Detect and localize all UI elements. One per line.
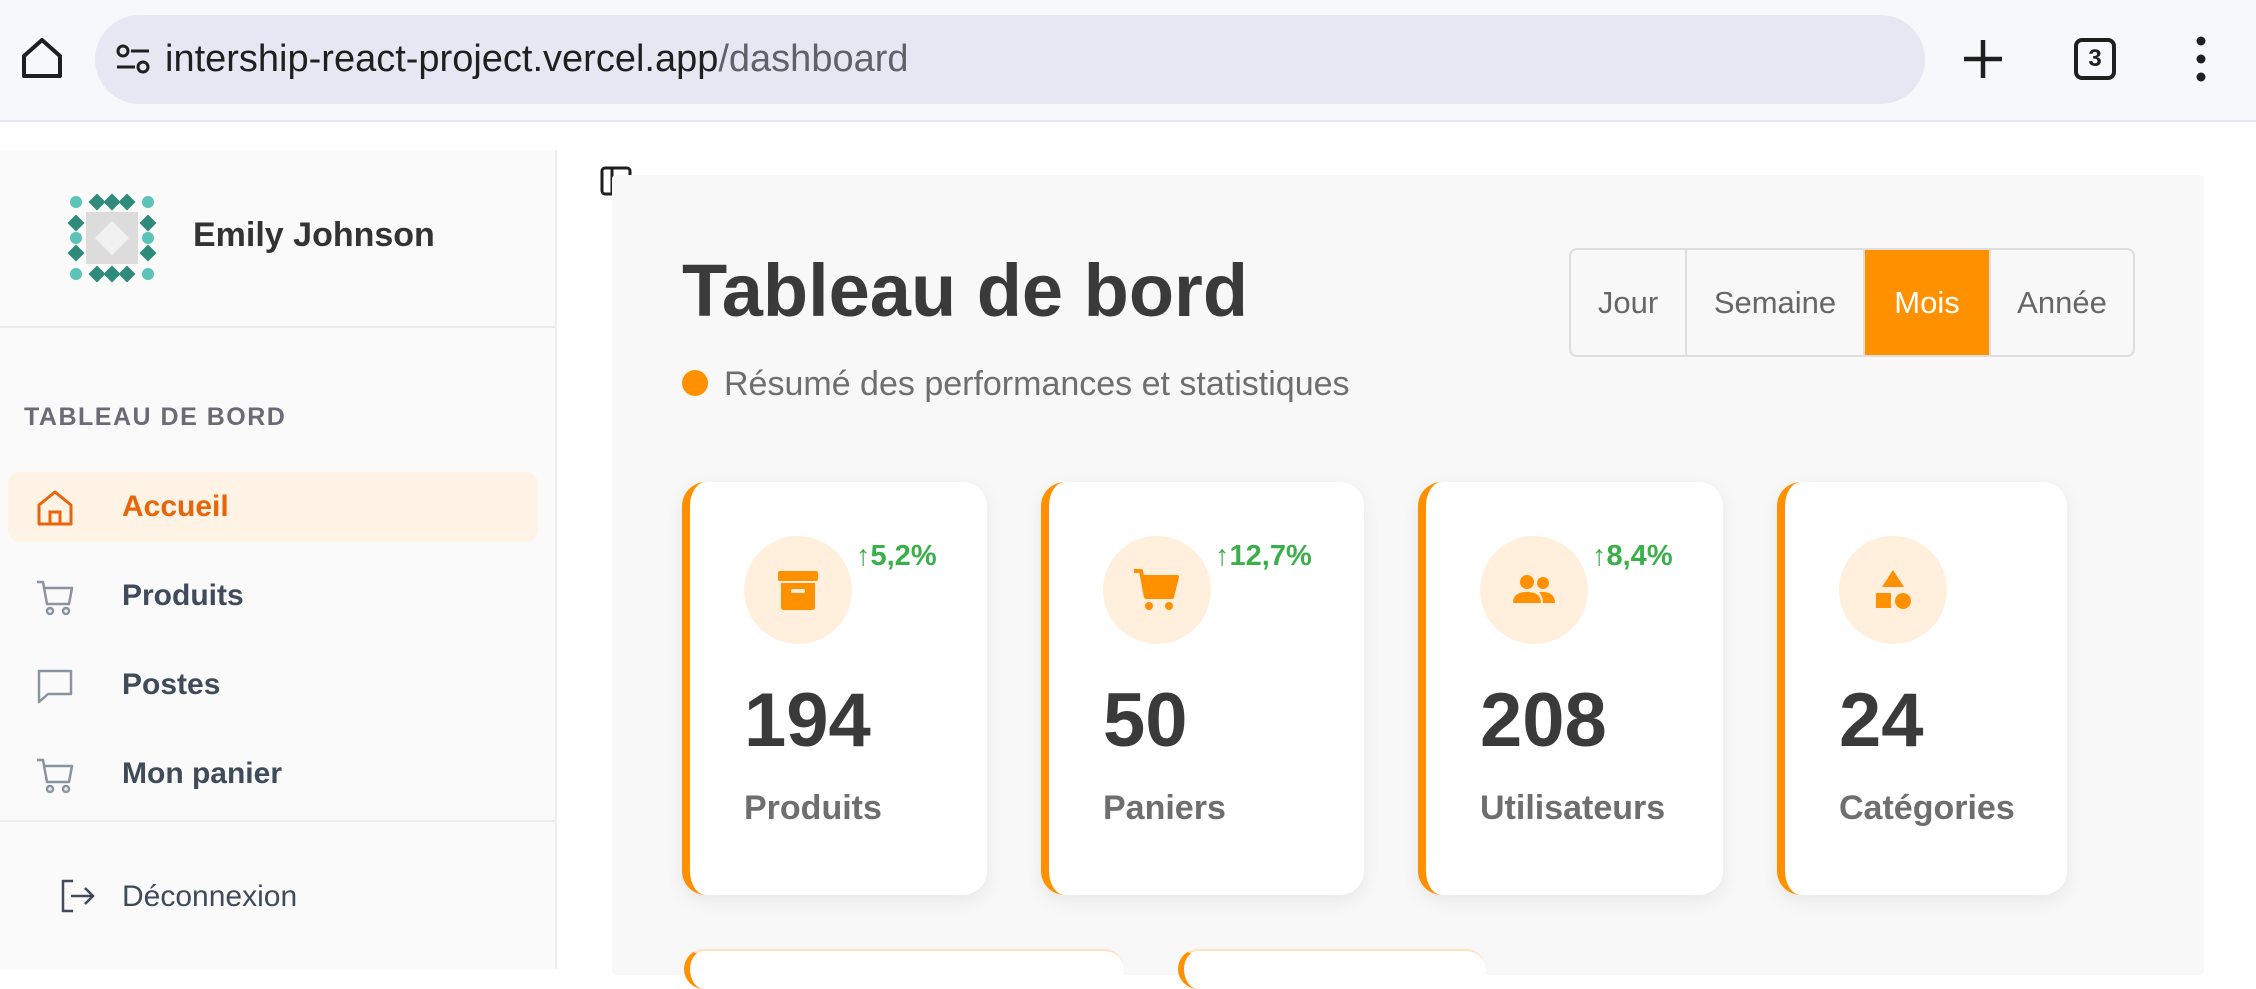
cart-icon	[37, 758, 74, 794]
address-bar[interactable]: intership-react-project.vercel.app/dashb…	[95, 15, 1925, 104]
sidebar-item-label: Postes	[122, 668, 221, 701]
url-path: /dashboard	[718, 38, 909, 80]
stat-card-categories[interactable]: 24 Catégories	[1777, 482, 2067, 895]
tab-switcher-button[interactable]: 3	[2074, 38, 2116, 80]
page-title: Tableau de bord	[682, 249, 1249, 332]
status-dot	[682, 370, 708, 397]
url-host: intership-react-project.vercel.app	[165, 38, 719, 80]
page-subtitle: Résumé des performances et statistiques	[682, 365, 1350, 404]
card-icon-circle	[744, 536, 852, 644]
sidebar-item-postes[interactable]: Postes	[8, 650, 538, 720]
chart-card-partial	[684, 949, 1124, 989]
browser-toolbar: intership-react-project.vercel.app/dashb…	[0, 0, 2256, 122]
period-selector: Jour Semaine Mois Année	[1569, 248, 2135, 357]
home-icon	[37, 490, 73, 526]
stat-value: 194	[744, 678, 871, 763]
stat-value: 24	[1839, 678, 1924, 763]
cart-icon	[37, 580, 74, 616]
avatar	[67, 193, 157, 283]
logout-icon	[61, 879, 95, 913]
sidebar-item-accueil[interactable]: Accueil	[8, 472, 538, 542]
archive-box-icon	[778, 571, 818, 610]
sidebar-item-produits[interactable]: Produits	[8, 561, 538, 631]
trend-badge: ↑8,4%	[1592, 540, 1673, 572]
sidebar-item-mon-panier[interactable]: Mon panier	[8, 739, 538, 809]
url-text[interactable]: intership-react-project.vercel.app/dashb…	[165, 38, 909, 81]
period-month-button[interactable]: Mois	[1865, 250, 1991, 355]
shapes-icon	[1876, 570, 1911, 609]
logout-label: Déconnexion	[122, 880, 298, 913]
stat-card-produits[interactable]: ↑5,2% 194 Produits	[682, 482, 987, 895]
sidebar-section-title: TABLEAU DE BORD	[24, 403, 287, 431]
card-icon-circle	[1839, 536, 1947, 644]
period-week-button[interactable]: Semaine	[1687, 250, 1865, 355]
chart-card-partial	[1178, 949, 1486, 989]
period-year-button[interactable]: Année	[1991, 250, 2133, 355]
trend-badge: ↑12,7%	[1215, 540, 1312, 572]
stat-card-paniers[interactable]: ↑12,7% 50 Paniers	[1041, 482, 1364, 895]
sidebar-divider	[0, 820, 555, 822]
logout-button[interactable]: Déconnexion	[8, 868, 538, 928]
sidebar-item-label: Mon panier	[122, 757, 283, 790]
stat-label: Produits	[744, 789, 882, 827]
sidebar-item-label: Accueil	[122, 490, 229, 523]
more-menu-icon[interactable]	[2186, 34, 2216, 84]
card-icon-circle	[1103, 536, 1211, 644]
trend-badge: ↑5,2%	[856, 540, 937, 572]
message-icon	[37, 669, 73, 704]
stat-value: 50	[1103, 678, 1188, 763]
stat-label: Catégories	[1839, 789, 2015, 827]
stat-value: 208	[1480, 678, 1607, 763]
home-icon[interactable]	[18, 34, 66, 82]
stat-label: Utilisateurs	[1480, 789, 1666, 827]
stat-label: Paniers	[1103, 789, 1226, 827]
site-settings-icon[interactable]	[115, 42, 151, 78]
sidebar: Emily Johnson TABLEAU DE BORD Accueil Pr…	[0, 150, 557, 969]
shopping-cart-icon	[1134, 569, 1179, 610]
stat-card-utilisateurs[interactable]: ↑8,4% 208 Utilisateurs	[1418, 482, 1723, 895]
user-name: Emily Johnson	[193, 216, 435, 254]
period-day-button[interactable]: Jour	[1571, 250, 1687, 355]
card-icon-circle	[1480, 536, 1588, 644]
user-profile: Emily Johnson	[0, 150, 555, 328]
sidebar-item-label: Produits	[122, 579, 244, 612]
new-tab-icon[interactable]	[1960, 36, 2006, 82]
users-icon	[1513, 575, 1555, 603]
subtitle-text: Résumé des performances et statistiques	[724, 365, 1350, 403]
